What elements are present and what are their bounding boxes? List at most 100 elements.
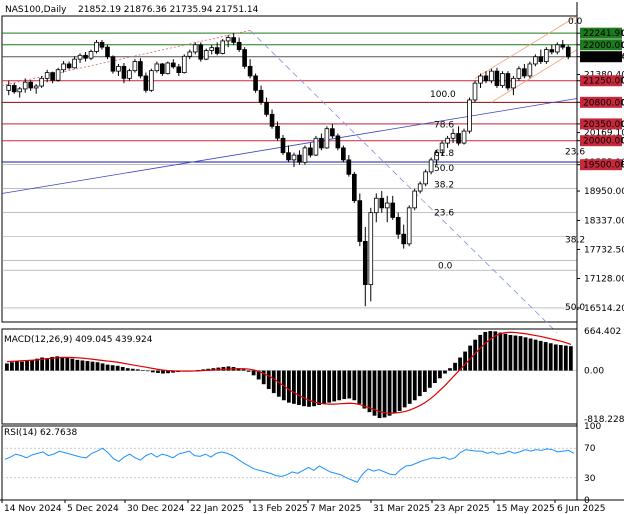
candle-body [192,44,198,53]
macd-bar [292,370,296,404]
date-label: 7 Mar 2025 [310,504,361,514]
chart-canvas: 0.0 100.0 78.6 61.8 23.6 50.0 38.2 23.6 38.2 0.0 5… [0,0,624,514]
candle-body [11,85,17,93]
macd-bar [156,370,160,373]
candle-body [483,75,489,82]
macd-bar [65,357,70,371]
macd-bar [443,370,447,374]
macd-bar [140,369,145,371]
candle-bear [565,45,571,60]
candle-body [275,125,280,139]
candle-body [538,56,544,62]
price-badge: 20800.00 [580,96,624,108]
macd-bar [543,342,548,371]
candle-body [55,69,61,81]
macd-bar [488,331,493,371]
candle-body [390,202,396,218]
candle-body [423,171,428,185]
candle-body [417,183,423,192]
candle-bull [324,126,330,149]
macd-bar [241,369,246,371]
candle-body [253,75,258,91]
macd-bar [125,368,130,371]
macd-bar [302,370,306,407]
symbol-label: NAS100,Daily [5,5,67,15]
macd-bar [161,370,165,374]
candle-bear [253,73,258,93]
candle-body [247,65,253,77]
date-label: 30 Dec 2024 [127,504,185,514]
macd-bar [297,370,301,405]
candle-body [187,51,193,57]
fib-label: 50.0 [565,303,585,313]
candle-body [22,81,28,90]
fib-label: 38.2 [565,235,585,245]
macd-bar [266,370,271,389]
macd-bar [483,331,488,371]
candle-body [220,40,225,54]
candle-bull [461,128,467,145]
candle-body [384,202,390,209]
macd-bar [438,370,442,379]
candle-body [560,44,566,48]
candle-body [214,47,220,54]
candle-body [39,77,44,87]
macd-bar [392,370,397,414]
candle-body [280,137,286,154]
macd-bar [513,335,518,371]
fib-label: 0.0 [568,17,583,27]
candle-body [61,63,66,71]
candle-body [269,113,275,127]
macd-bar [45,358,50,371]
date-label: 15 May 2025 [496,504,555,514]
price-badge: 19500.00 [580,159,624,171]
candle-body [258,89,264,103]
candle-bull [467,97,472,134]
candle-bear [352,171,357,204]
candle-body [181,55,187,73]
candle-body [17,88,23,93]
macd-bar [453,362,457,371]
candle-body [450,133,456,139]
macd-bar [528,338,533,371]
candle-bull [472,80,478,103]
macd-bar [407,370,412,404]
date-label: 5 Dec 2024 [67,504,119,514]
candle-body [291,154,297,161]
candle-body [362,241,368,285]
candle-body [341,147,346,161]
candle-body [505,73,511,89]
macd-bar [50,356,55,371]
candle-bull [203,48,209,61]
macd-bar [110,365,115,371]
candle-bull [412,188,417,211]
candle-bull [428,157,434,175]
candle-body [110,56,116,72]
candle-body [511,77,516,89]
price-badge-label: 21751.14 [583,53,624,63]
macd-bar [518,336,523,371]
candle-body [242,49,247,67]
candle-bear [357,193,363,247]
candle-body [302,147,308,163]
candle-bull [527,61,533,79]
candle-body [395,217,401,235]
candle-body [554,44,560,53]
macd-bar [352,370,357,401]
macd-tick-label: 664.402 [584,327,621,337]
candle-body [236,41,242,50]
fib-label: 38.2 [434,181,454,191]
macd-bar [523,337,528,371]
candle-body [467,99,472,132]
candle-body [88,51,94,59]
macd-bar [10,362,14,371]
candle-body [28,81,34,89]
candle-bull [516,66,522,81]
date-label: 31 Mar 2025 [373,504,430,514]
candle-bull [55,67,61,82]
fib-label: 61.8 [434,149,454,159]
macd-bar [478,334,483,371]
macd-bar [95,362,100,371]
price-badge-label: 20350.00 [583,120,624,130]
candle-body [527,63,533,77]
